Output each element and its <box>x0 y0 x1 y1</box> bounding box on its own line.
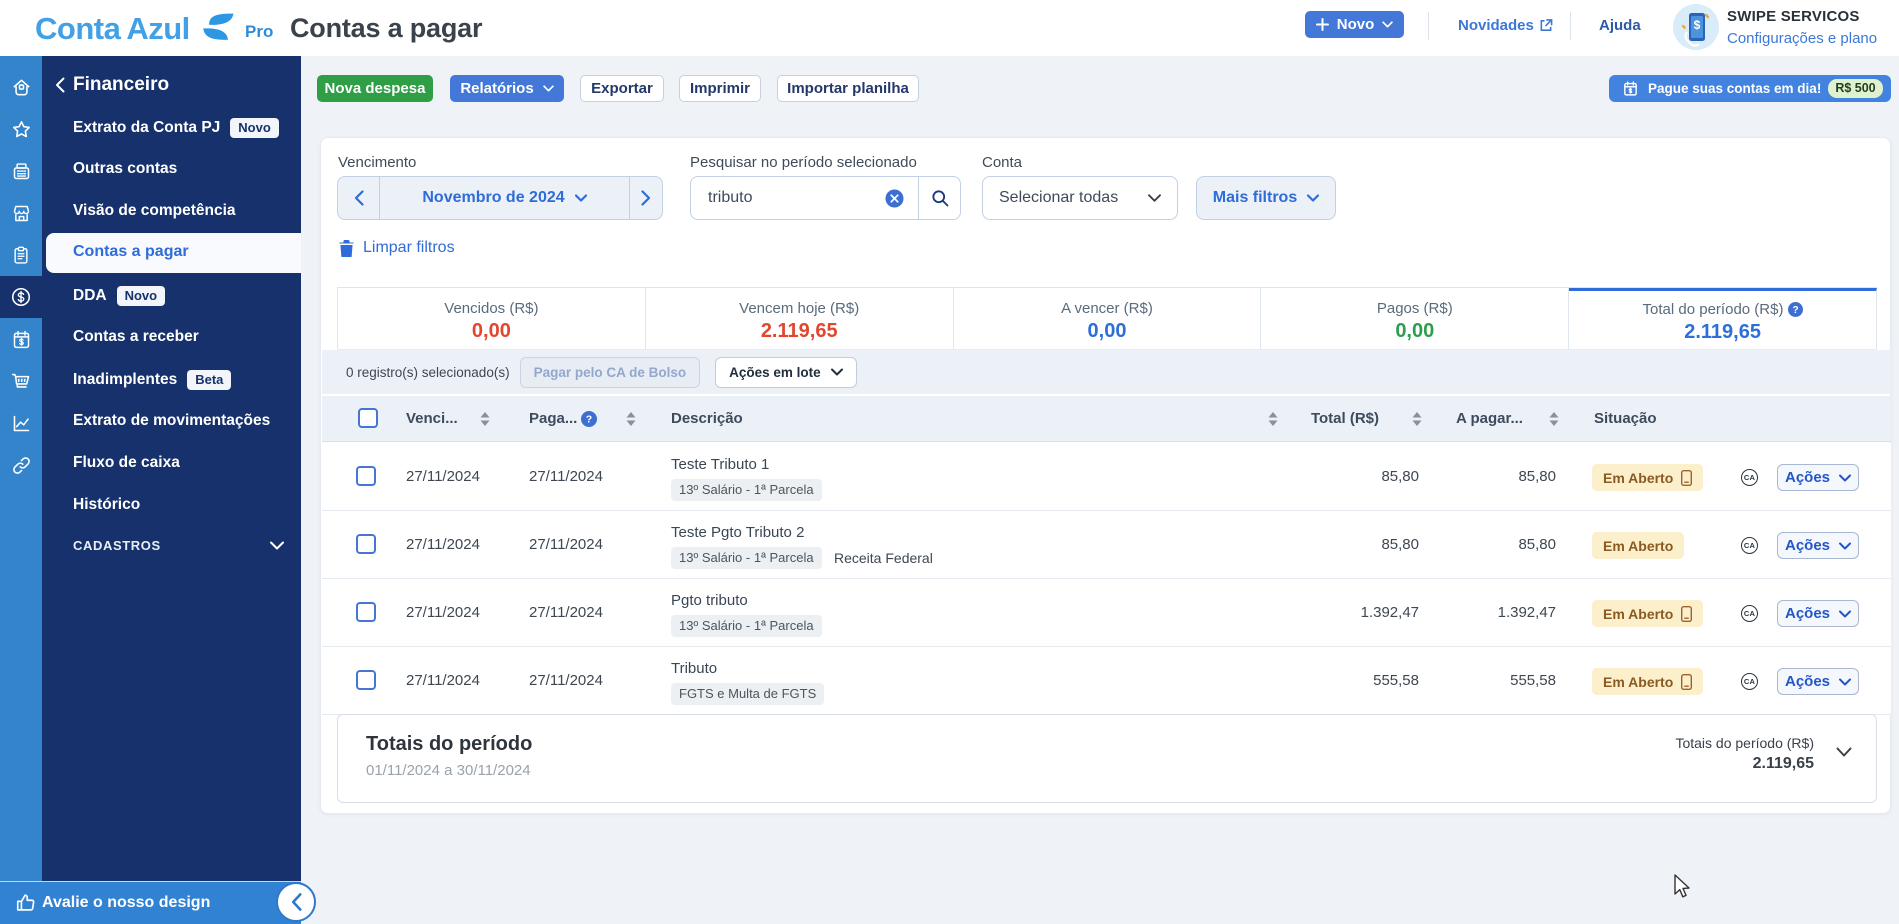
svg-text:$: $ <box>1694 18 1701 32</box>
svg-text:?: ? <box>586 414 592 426</box>
svg-text:?: ? <box>1792 305 1798 316</box>
